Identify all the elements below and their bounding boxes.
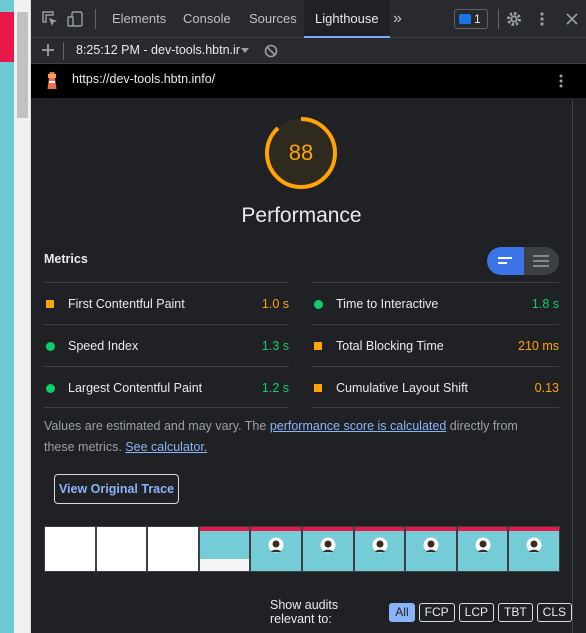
average-square-icon	[314, 384, 322, 392]
filmstrip	[44, 526, 560, 572]
divider	[498, 9, 499, 29]
note-text: Values are estimated and may vary. The	[44, 419, 270, 433]
metric-value: 1.0 s	[261, 297, 289, 311]
filter-cls[interactable]: CLS	[536, 602, 572, 622]
page-scrollbar-thumb[interactable]	[17, 12, 28, 118]
metric-speed-index: Speed Index 1.3 s	[44, 324, 289, 366]
filter-tbt[interactable]: TBT	[497, 602, 533, 622]
tab-elements[interactable]: Elements	[102, 0, 176, 38]
score-calculation-link[interactable]: performance score is calculated	[270, 419, 446, 433]
average-square-icon	[314, 342, 322, 350]
tab-console[interactable]: Console	[173, 0, 241, 38]
filmstrip-frame	[508, 526, 560, 572]
tab-lighthouse[interactable]: Lighthouse	[304, 0, 390, 38]
metric-cumulative-layout-shift: Cumulative Layout Shift 0.13	[312, 366, 559, 408]
more-options-icon[interactable]	[533, 10, 551, 28]
report-url[interactable]: https://dev-tools.hbtn.info/	[72, 72, 215, 86]
lighthouse-toolbar: 8:25:12 PM - dev-tools.hbtn.ir	[31, 38, 586, 64]
metric-total-blocking-time: Total Blocking Time 210 ms	[312, 324, 559, 366]
metric-label: Time to Interactive	[336, 297, 439, 311]
metric-label: Largest Contentful Paint	[68, 381, 203, 395]
devtools-panel: Elements Console Sources Lighthouse » 1 …	[31, 0, 586, 633]
view-original-trace-button[interactable]: View Original Trace	[54, 474, 179, 504]
compact-view-button[interactable]	[487, 247, 524, 275]
report-content: 88 Performance Metrics First Contentful …	[31, 98, 572, 633]
filmstrip-frame	[147, 526, 199, 572]
see-calculator-link[interactable]: See calculator.	[125, 440, 207, 454]
filter-all[interactable]: All	[389, 602, 415, 622]
metric-value: 210 ms	[518, 339, 559, 353]
filter-lcp[interactable]: LCP	[458, 602, 494, 622]
metric-time-to-interactive: Time to Interactive 1.8 s	[312, 282, 559, 324]
page-scrollbar[interactable]	[14, 0, 31, 633]
filmstrip-frame	[198, 526, 251, 572]
metric-label: Speed Index	[68, 339, 139, 353]
metric-value: 1.2 s	[261, 381, 289, 395]
audit-filter-bar: Show audits relevant to: All FCP LCP TBT…	[270, 598, 572, 626]
metrics-view-toggle[interactable]	[487, 247, 559, 275]
chevron-down-icon[interactable]	[241, 48, 249, 53]
filmstrip-frame	[250, 526, 302, 572]
metrics-heading: Metrics	[44, 252, 88, 266]
filter-fcp[interactable]: FCP	[418, 602, 455, 622]
metric-label: Cumulative Layout Shift	[336, 381, 469, 395]
divider	[95, 9, 96, 29]
category-title: Performance	[241, 204, 362, 227]
filmstrip-frame	[301, 526, 354, 572]
metric-first-contentful-paint: First Contentful Paint 1.0 s	[44, 282, 289, 324]
report-scrollbar[interactable]	[572, 98, 586, 633]
inspect-element-icon[interactable]	[41, 10, 59, 28]
metric-value: 0.13	[534, 381, 559, 395]
metric-largest-contentful-paint: Largest Contentful Paint 1.2 s	[44, 366, 289, 408]
filmstrip-frame	[44, 526, 96, 572]
settings-gear-icon[interactable]	[505, 10, 523, 28]
more-tabs-button[interactable]: »	[383, 0, 412, 38]
pass-circle-icon	[314, 300, 323, 309]
filmstrip-frame	[95, 526, 148, 572]
close-devtools-icon[interactable]	[563, 10, 581, 28]
metric-value: 1.3 s	[261, 339, 289, 353]
filmstrip-frame	[353, 526, 406, 572]
issues-count: 1	[474, 12, 481, 26]
devtools-tabbar: Elements Console Sources Lighthouse » 1	[31, 0, 586, 38]
report-url-bar: https://dev-tools.hbtn.info/	[31, 64, 586, 98]
tab-sources[interactable]: Sources	[239, 0, 307, 38]
report-menu-icon[interactable]	[553, 73, 569, 89]
new-report-icon[interactable]	[40, 42, 56, 58]
metric-value: 1.8 s	[531, 297, 559, 311]
performance-score: 88	[288, 140, 314, 165]
metrics-disclaimer: Values are estimated and may vary. The p…	[44, 416, 539, 458]
clear-reports-icon[interactable]	[263, 43, 279, 59]
filmstrip-frame	[456, 526, 509, 572]
divider	[63, 42, 64, 60]
report-selector[interactable]: 8:25:12 PM - dev-tools.hbtn.ir	[76, 43, 240, 57]
device-toolbar-icon[interactable]	[67, 10, 85, 28]
metric-label: Total Blocking Time	[336, 339, 444, 353]
average-square-icon	[46, 300, 54, 308]
pass-circle-icon	[46, 384, 55, 393]
filmstrip-frame	[405, 526, 457, 572]
page-header-strip	[0, 12, 14, 62]
page-background-strip	[0, 0, 14, 633]
issues-badge[interactable]: 1	[454, 9, 488, 29]
pass-circle-icon	[46, 342, 55, 351]
metric-label: First Contentful Paint	[68, 297, 185, 311]
expanded-view-button[interactable]	[524, 247, 559, 275]
message-icon	[459, 14, 471, 24]
audit-filter-label: Show audits relevant to:	[270, 598, 339, 626]
lighthouse-logo-icon	[44, 71, 60, 91]
